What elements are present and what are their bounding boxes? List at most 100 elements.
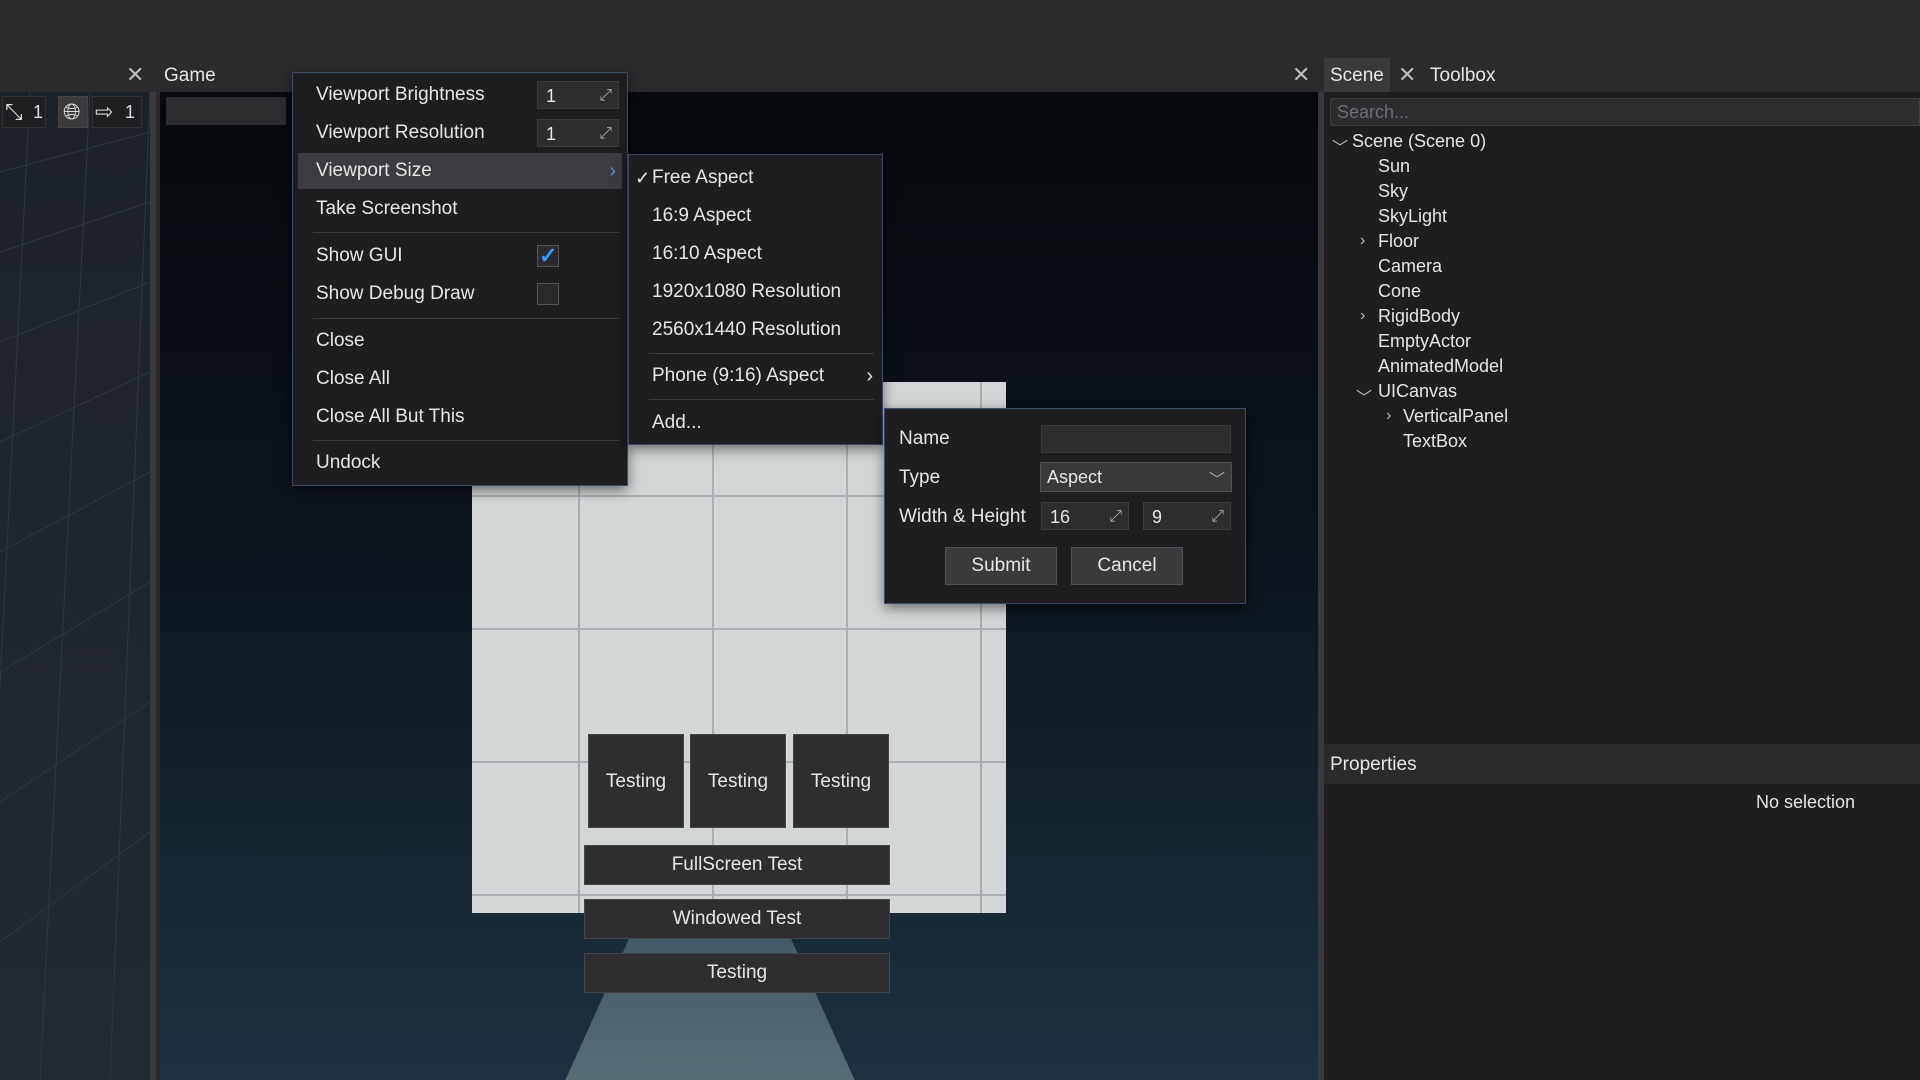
chevron-right-icon: › xyxy=(866,365,873,387)
arrow-right-icon: ⇨ xyxy=(95,99,114,124)
submenu-16-9-aspect[interactable]: 16:9 Aspect xyxy=(634,198,877,234)
show-debug-draw-checkbox[interactable] xyxy=(537,283,559,305)
fullscreen-test-button[interactable]: FullScreen Test xyxy=(584,845,890,885)
submit-label: Submit xyxy=(971,555,1031,576)
uicanvas-expand-icon[interactable]: ﹀ xyxy=(1356,384,1372,408)
menu-separator xyxy=(313,232,619,233)
arrow-diagonal-icon: ⤡ xyxy=(5,99,23,124)
aspect-16-9-label: 16:9 Aspect xyxy=(652,205,752,226)
name-label: Name xyxy=(899,428,950,449)
drag-resize-icon: ⤢ xyxy=(599,125,612,142)
submenu-add[interactable]: Add... xyxy=(634,405,877,441)
tab-scene[interactable]: Scene xyxy=(1324,58,1390,92)
resolution-value: 1 xyxy=(546,124,557,144)
type-select[interactable]: Aspect ﹀ xyxy=(1040,462,1232,492)
type-label: Type xyxy=(899,467,941,488)
submenu-free-aspect[interactable]: ✓ Free Aspect xyxy=(634,160,877,196)
tree-item-rigidbody[interactable]: RigidBody xyxy=(1378,306,1460,327)
menu-item-undock[interactable]: Undock xyxy=(298,445,622,481)
menu-separator xyxy=(313,440,619,441)
menu-item-show-gui[interactable]: Show GUI xyxy=(298,238,622,274)
properties-header: Properties xyxy=(1324,746,1920,782)
move-tool-button[interactable]: ⤡ 1 xyxy=(2,96,46,128)
testing-button-2[interactable]: Testing xyxy=(690,734,786,828)
name-input[interactable] xyxy=(1041,425,1231,453)
tree-item-floor[interactable]: Floor xyxy=(1378,231,1419,252)
tree-item-verticalpanel[interactable]: VerticalPanel xyxy=(1403,406,1508,427)
submenu-16-10-aspect[interactable]: 16:10 Aspect xyxy=(634,236,877,272)
chevron-right-icon: › xyxy=(609,160,616,182)
no-selection-text: No selection xyxy=(1756,792,1856,812)
menu-item-close[interactable]: Close xyxy=(298,323,622,359)
testing-bottom-label: Testing xyxy=(706,962,768,983)
drag-resize-icon: ⤢ xyxy=(1211,508,1224,525)
tree-item-textbox[interactable]: TextBox xyxy=(1403,431,1467,452)
brightness-value: 1 xyxy=(546,86,557,106)
viewport-size-label: Viewport Size xyxy=(316,160,432,181)
panel-divider-left[interactable] xyxy=(150,92,156,1080)
submenu-1920x1080[interactable]: 1920x1080 Resolution xyxy=(634,274,877,310)
fullscreen-test-label: FullScreen Test xyxy=(671,854,803,875)
testing-bottom-button[interactable]: Testing xyxy=(584,953,890,993)
brightness-label: Viewport Brightness xyxy=(316,84,485,105)
editor-toolbar: ⤡ 1 🌐︎ ⇨ 1 xyxy=(0,96,145,130)
tree-item-animatedmodel[interactable]: AnimatedModel xyxy=(1378,356,1503,377)
globe-icon: 🌐︎ xyxy=(63,99,81,124)
tab-toolbox[interactable]: Toolbox xyxy=(1430,65,1496,87)
add-label: Add... xyxy=(652,412,702,433)
close-scene-tab-icon[interactable]: ✕ xyxy=(1398,64,1416,86)
testing-button-1[interactable]: Testing xyxy=(588,734,684,828)
tree-item-skylight[interactable]: SkyLight xyxy=(1378,206,1447,227)
menu-item-viewport-size[interactable]: Viewport Size › xyxy=(298,153,622,189)
globe-tool-button[interactable]: 🌐︎ xyxy=(58,96,88,128)
tree-item-sun[interactable]: Sun xyxy=(1378,156,1410,177)
submenu-2560x1440[interactable]: 2560x1440 Resolution xyxy=(634,312,877,348)
viewport-size-submenu: ✓ Free Aspect 16:9 Aspect 16:10 Aspect 1… xyxy=(628,154,883,445)
rigidbody-expand-icon[interactable]: › xyxy=(1360,307,1365,325)
tree-item-sky[interactable]: Sky xyxy=(1378,181,1408,202)
tree-item-cone[interactable]: Cone xyxy=(1378,281,1421,302)
tree-item-emptyactor[interactable]: EmptyActor xyxy=(1378,331,1471,352)
testing-button-3[interactable]: Testing xyxy=(793,734,889,828)
scene-root-expand-icon[interactable]: ﹀ xyxy=(1332,134,1348,158)
add-aspect-dialog: Name Type Aspect ﹀ Width & Height 16 ⤢ 9… xyxy=(884,408,1246,604)
menu-item-close-all-but-this[interactable]: Close All But This xyxy=(298,399,622,435)
menu-item-close-all[interactable]: Close All xyxy=(298,361,622,397)
scene-search-field[interactable]: Search... xyxy=(1330,98,1920,126)
resolution-input[interactable]: 1 ⤢ xyxy=(537,119,619,147)
type-value: Aspect xyxy=(1047,467,1103,487)
close-all-but-this-label: Close All But This xyxy=(316,406,465,427)
show-gui-checkbox[interactable]: ✓ xyxy=(537,243,559,268)
windowed-test-label: Windowed Test xyxy=(672,908,802,929)
testing-button-1-label: Testing xyxy=(605,771,667,792)
testing-button-3-label: Testing xyxy=(810,771,872,792)
menu-item-show-debug-draw[interactable]: Show Debug Draw xyxy=(298,276,622,312)
windowed-test-button[interactable]: Windowed Test xyxy=(584,899,890,939)
show-debug-draw-label: Show Debug Draw xyxy=(316,283,475,304)
grid-lines xyxy=(0,92,150,1080)
tab-game[interactable]: Game xyxy=(164,65,216,87)
close-label: Close xyxy=(316,330,365,351)
tree-item-uicanvas[interactable]: UICanvas xyxy=(1378,381,1457,402)
menu-separator xyxy=(649,399,874,400)
step-tool-button[interactable]: ⇨ 1 xyxy=(92,96,142,128)
properties-title: Properties xyxy=(1330,754,1417,775)
brightness-input[interactable]: 1 ⤢ xyxy=(537,81,619,109)
close-scene-panel-icon[interactable]: ✕ xyxy=(1292,64,1310,86)
phone-aspect-label: Phone (9:16) Aspect xyxy=(652,365,825,386)
submenu-phone-aspect[interactable]: Phone (9:16) Aspect › xyxy=(634,358,877,394)
verticalpanel-expand-icon[interactable]: › xyxy=(1386,407,1391,425)
cancel-button[interactable]: Cancel xyxy=(1071,547,1183,585)
width-input[interactable]: 16 ⤢ xyxy=(1041,502,1129,530)
height-input[interactable]: 9 ⤢ xyxy=(1143,502,1231,530)
submit-button[interactable]: Submit xyxy=(945,547,1057,585)
editor-viewport[interactable] xyxy=(0,92,150,1080)
close-game-tab-icon[interactable]: ✕ xyxy=(126,64,144,86)
tree-item-camera[interactable]: Camera xyxy=(1378,256,1442,277)
floor-expand-icon[interactable]: › xyxy=(1360,232,1365,250)
tree-item-scene-root[interactable]: Scene (Scene 0) xyxy=(1352,131,1486,152)
menu-item-take-screenshot[interactable]: Take Screenshot xyxy=(298,191,622,227)
properties-panel: No selection xyxy=(1324,784,1920,1080)
res-1920x1080-label: 1920x1080 Resolution xyxy=(652,281,842,302)
move-value: 1 xyxy=(33,102,44,122)
